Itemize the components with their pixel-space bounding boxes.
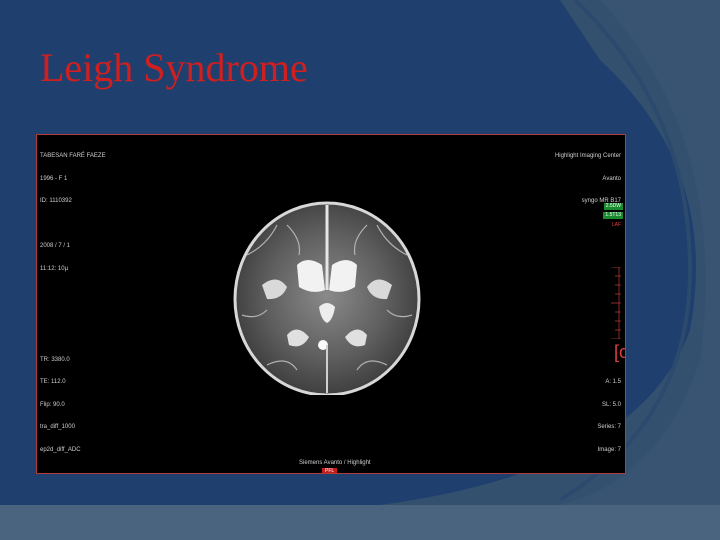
orientation-bracket: [ο	[613, 342, 625, 362]
overlay-line: 2008 / 7 / 1	[40, 243, 71, 249]
sequence-tag: 2.5DW	[603, 203, 623, 210]
overlay-bottom-right: A: 1.5 SL: 5.0 Series: 7 Image: 7	[597, 364, 621, 469]
overlay-line	[40, 221, 106, 229]
overlay-line: ID: 1110392	[40, 198, 72, 204]
scale-ruler	[611, 267, 621, 339]
overlay-line: ep2d_diff_ADC	[40, 446, 81, 453]
overlay-bottom-left: TR: 3380.0 TE: 112.0 Flip: 90.0 tra_diff…	[40, 342, 81, 470]
overlay-line: 1996 - F 1	[40, 175, 68, 182]
overlay-top-left: TABESAN FARÉ FAEZE 1996 - F 1 ID: 111039…	[40, 138, 106, 288]
overlay-line: TABESAN FARÉ FAEZE	[40, 153, 106, 159]
overlay-line: A: 1.5	[605, 379, 621, 385]
overlay-line: Image: 7	[597, 446, 621, 453]
overlay-line: Highlight Imaging Center	[554, 153, 621, 159]
overlay-line: Series: 7	[597, 424, 621, 430]
orientation-tag: LAF	[611, 222, 621, 228]
brain-scan	[233, 201, 421, 395]
overlay-line: Flip: 90.0	[40, 401, 65, 408]
overlay-bottom-center: Siemens Avanto / Highlight	[299, 459, 371, 466]
overlay-line: tra_diff_1000	[40, 424, 75, 430]
orientation-label-bottom: PFL	[322, 468, 338, 473]
slide-title: Leigh Syndrome	[40, 45, 308, 90]
field-tag: 1.5T13	[603, 212, 623, 219]
mri-image: TABESAN FARÉ FAEZE 1996 - F 1 ID: 111039…	[36, 134, 626, 474]
overlay-line: SL: 5.0	[601, 401, 621, 408]
overlay-line: TE: 112.0	[40, 379, 66, 385]
overlay-line: TR: 3380.0	[40, 356, 70, 363]
overlay-line: Avanto	[602, 175, 621, 182]
overlay-line: 11:12: 10µ	[40, 265, 69, 272]
